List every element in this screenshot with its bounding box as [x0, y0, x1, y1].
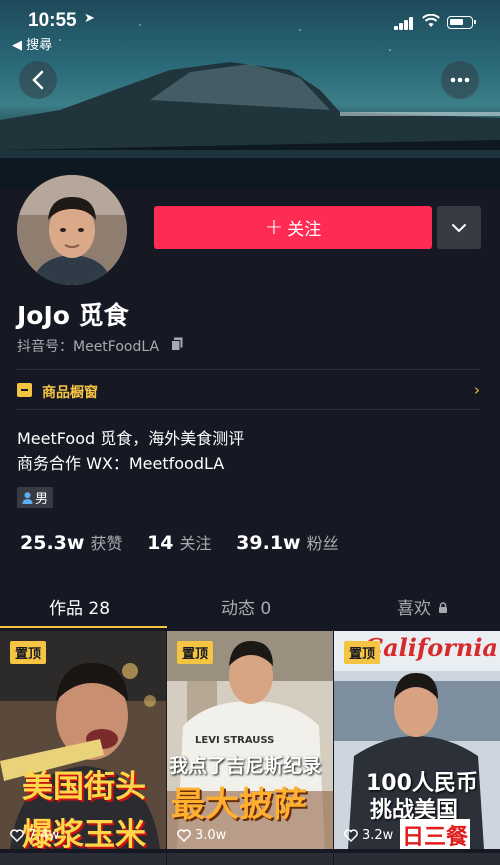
plus-icon: +: [264, 214, 284, 240]
chevron-right-icon: ›: [474, 381, 480, 399]
video-thumbnail-partial[interactable]: [167, 853, 333, 865]
video-likes: 3.0w: [177, 828, 226, 843]
follow-button[interactable]: + 关注: [154, 206, 432, 249]
video-likes: 3.2w: [344, 828, 393, 843]
profile-stats: 25.3w 获赞 14 关注 39.1w 粉丝: [20, 530, 357, 554]
pinned-badge: 置顶: [344, 641, 381, 664]
tab-likes[interactable]: 喜欢: [397, 594, 448, 619]
more-follow-options-button[interactable]: [437, 206, 481, 249]
copy-icon[interactable]: [171, 337, 183, 351]
avatar-image: [17, 175, 127, 285]
storefront-sign: California: [364, 633, 498, 662]
follow-label: 关注: [287, 220, 322, 240]
wifi-icon: [422, 14, 440, 27]
battery-icon: [447, 16, 476, 29]
video-caption-top: 美国街头: [22, 769, 146, 805]
video-thumbnail[interactable]: 置顶 LEVI STRAUSS 我点了吉尼斯纪录 最大披萨 3.0w: [167, 631, 333, 849]
video-likes-count: 7.4w: [28, 828, 60, 843]
pinned-badge: 置顶: [177, 641, 214, 664]
profile-name: JoJo 觅食: [17, 301, 129, 330]
douyin-id: 抖音号：MeetFoodLA: [17, 339, 160, 355]
following-label[interactable]: 关注: [180, 534, 212, 553]
followers-label[interactable]: 粉丝: [307, 534, 339, 553]
tab-likes-label: 喜欢: [397, 599, 431, 619]
likes-count: 25.3w: [20, 532, 85, 554]
shop-window-label: 商品橱窗: [42, 385, 98, 401]
active-tab-indicator: [0, 626, 167, 628]
shop-icon: [17, 383, 32, 397]
profile-avatar[interactable]: [15, 173, 129, 287]
likes-label: 获赞: [90, 534, 123, 553]
lock-icon: [439, 602, 448, 613]
profile-tabs: 作品 28 动态 0 喜欢: [0, 588, 500, 630]
heart-outline-icon: [10, 829, 24, 842]
shirt-print-text: LEVI STRAUSS: [195, 735, 275, 746]
bio-line: 商务合作 WX：MeetfoodLA: [17, 454, 225, 473]
status-time: 10:55: [28, 10, 77, 31]
video-caption-bottom: 最大披萨: [171, 785, 307, 825]
more-dots-icon: [450, 77, 470, 83]
video-caption-extra: 日三餐: [400, 819, 471, 849]
status-bar: 10:55 ➤ ◀ 搜尋: [0, 0, 500, 56]
video-thumbnail[interactable]: California 置顶 100人民币 挑战美国 日三餐 3.2w: [334, 631, 500, 849]
divider: [17, 369, 480, 370]
heart-outline-icon: [177, 829, 191, 842]
video-thumbnail-partial[interactable]: [334, 853, 500, 865]
video-thumbnail-partial[interactable]: [0, 853, 166, 865]
tab-activity[interactable]: 动态 0: [221, 594, 271, 619]
video-likes-count: 3.0w: [195, 828, 227, 843]
followers-count[interactable]: 39.1w: [236, 532, 300, 554]
cellular-signal-icon: [394, 17, 414, 30]
back-button[interactable]: [19, 61, 57, 99]
shop-window-row[interactable]: 商品橱窗 ›: [17, 381, 480, 401]
back-to-app-link[interactable]: ◀ 搜尋: [12, 34, 52, 53]
video-grid: 置顶 美国街头 爆浆玉米 7.4w 置顶 LEVI STRAUSS 我点了吉尼斯…: [0, 631, 500, 865]
bio-line: MeetFood 觅食，海外美食测评: [17, 429, 245, 448]
chevron-left-icon: [32, 70, 44, 90]
video-likes-count: 3.2w: [362, 828, 394, 843]
video-likes: 7.4w: [10, 828, 59, 843]
heart-outline-icon: [344, 829, 358, 842]
video-thumbnail[interactable]: 置顶 美国街头 爆浆玉米 7.4w: [0, 631, 166, 849]
tab-works[interactable]: 作品 28: [49, 594, 110, 619]
gender-badge: 男: [17, 487, 54, 508]
location-arrow-icon: ➤: [84, 11, 95, 26]
more-options-button[interactable]: [441, 61, 479, 99]
divider: [17, 409, 480, 410]
pinned-badge: 置顶: [10, 641, 47, 664]
video-caption-top: 我点了吉尼斯纪录: [169, 755, 322, 777]
chevron-down-icon: [452, 223, 466, 232]
male-icon: [22, 491, 33, 504]
gender-label: 男: [35, 492, 49, 507]
following-count[interactable]: 14: [147, 532, 173, 554]
